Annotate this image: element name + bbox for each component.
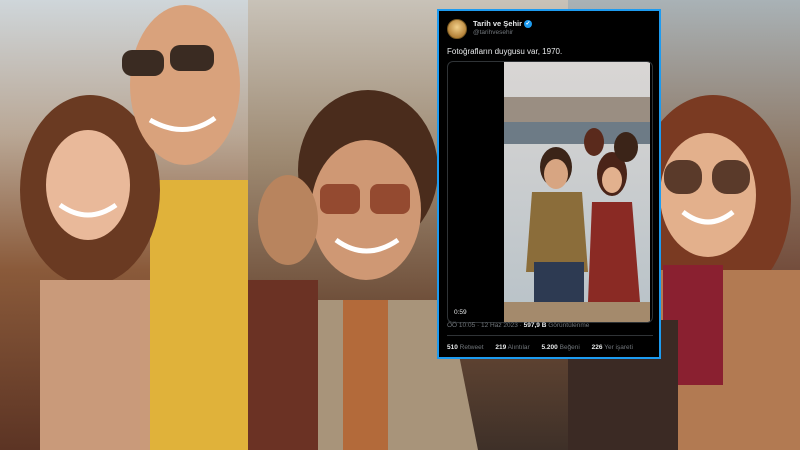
display-name[interactable]: Tarih ve Şehir ✓ xyxy=(473,19,533,29)
quotes-label: Alıntılar xyxy=(507,344,530,351)
views-count: 597,9 B xyxy=(523,322,547,329)
video-thumbnail xyxy=(504,62,650,322)
quotes-count: 219 xyxy=(495,344,507,351)
engagement-stats: 510 Retweet 219 Alıntılar 5.200 Beğeni 2… xyxy=(447,344,643,351)
tweet-timestamp-views: ÖÖ 10:05 · 12 Haz 2023 · 597,9 B Görüntü… xyxy=(447,322,590,329)
tweet-text: Fotoğrafların duygusu var, 1970. xyxy=(447,47,563,56)
retweets-stat[interactable]: 510 Retweet xyxy=(447,344,484,351)
likes-label: Beğeni xyxy=(559,344,580,351)
retweets-count: 510 xyxy=(447,344,458,351)
display-name-text: Tarih ve Şehir xyxy=(473,19,523,28)
tweet-header: Tarih ve Şehir ✓ @tarihvesehir xyxy=(447,17,653,43)
user-handle[interactable]: @tarihvesehir xyxy=(473,29,513,36)
bookmarks-label: Yer işareti xyxy=(604,344,633,351)
divider xyxy=(447,335,653,336)
bookmarks-count: 226 xyxy=(591,344,603,351)
tweet-date[interactable]: 12 Haz 2023 xyxy=(481,322,518,329)
video-player[interactable]: 0:59 xyxy=(447,61,653,323)
likes-count: 5.200 xyxy=(541,344,558,351)
background-photo-left xyxy=(0,0,248,450)
tweet-card[interactable]: Tarih ve Şehir ✓ @tarihvesehir Fotoğrafla… xyxy=(437,9,661,359)
tweet-time[interactable]: ÖÖ 10:05 xyxy=(447,322,475,329)
quotes-stat[interactable]: 219 Alıntılar xyxy=(495,344,529,351)
bookmarks-stat[interactable]: 226 Yer işareti xyxy=(592,344,633,351)
verified-badge-icon: ✓ xyxy=(524,20,533,29)
likes-stat[interactable]: 5.200 Beğeni xyxy=(542,344,580,351)
views-label: Görüntülenme xyxy=(548,322,590,329)
avatar[interactable] xyxy=(447,19,467,39)
video-duration: 0:59 xyxy=(454,309,467,316)
retweets-label: Retweet xyxy=(459,344,484,351)
